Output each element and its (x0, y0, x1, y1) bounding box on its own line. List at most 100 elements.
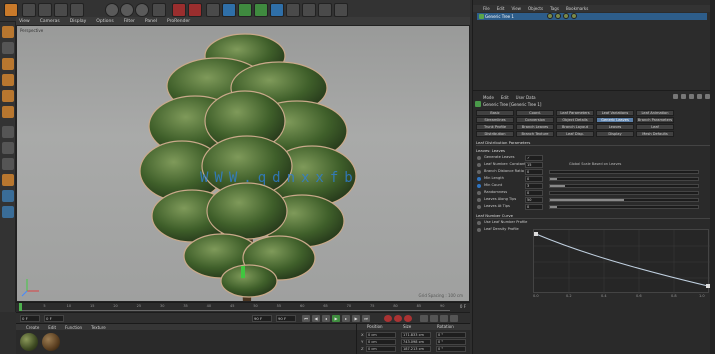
keyframe-radio[interactable] (477, 221, 481, 225)
menu-texture[interactable]: Texture (91, 325, 106, 330)
param-leaf-number[interactable]: Leaf Number: Constant 15 Global Scale Ba… (477, 162, 713, 169)
param-slider[interactable] (549, 177, 699, 181)
menu-tags[interactable]: Tags (550, 6, 559, 11)
tab-object-details[interactable]: Object Details (556, 117, 594, 123)
tab-generic-leaves[interactable]: Generic Leaves (596, 117, 634, 123)
camera-icon[interactable] (318, 3, 332, 17)
tab-basic[interactable]: Basic (476, 110, 514, 116)
tab-leaf-parameters[interactable]: Leaf Parameters (556, 110, 594, 116)
go-to-start-icon[interactable]: ⏮ (302, 315, 310, 322)
keyframe-radio[interactable] (477, 156, 481, 160)
menu-view[interactable]: View (19, 19, 30, 24)
menu-function[interactable]: Function (65, 325, 82, 330)
tab-display[interactable]: Display (596, 131, 634, 137)
tab-branch-leaves[interactable]: Branch Leaves (516, 124, 554, 130)
material-tag-icon[interactable] (563, 13, 569, 19)
tab-branch-texture[interactable]: Branch Texture (516, 131, 554, 137)
3d-viewport[interactable]: Perspective Grid Spacing: 100 cm (16, 25, 470, 302)
tab-leaves[interactable]: Leaves (596, 124, 634, 130)
menu-edit[interactable]: Edit (497, 6, 505, 11)
size-z-field[interactable]: 187.213 cm (401, 346, 431, 352)
tab-leaf-animation[interactable]: Leaf Animation (636, 110, 674, 116)
size-y-field[interactable]: 743.098 cm (401, 339, 431, 345)
menu-mode[interactable]: Mode (483, 95, 494, 100)
texture-mode-icon[interactable] (2, 58, 14, 70)
autokey-icon[interactable] (394, 315, 402, 322)
rotation-b-field[interactable]: 0 ° (436, 346, 466, 352)
rotation-key-icon[interactable] (440, 315, 448, 322)
subdivision-surface-icon[interactable] (254, 3, 268, 17)
y-axis-icon[interactable] (120, 3, 134, 17)
object-row-selected[interactable]: Generic Tree 1 (477, 13, 707, 20)
make-editable-icon[interactable] (2, 26, 14, 38)
axis-mode-icon[interactable] (2, 126, 14, 138)
next-key-icon[interactable]: ▶ (352, 315, 360, 322)
position-key-icon[interactable] (420, 315, 428, 322)
go-to-end-icon[interactable]: ⏭ (362, 315, 370, 322)
menu-options[interactable]: Options (96, 19, 113, 24)
keyframe-radio[interactable] (477, 191, 481, 195)
x-axis-icon[interactable] (105, 3, 119, 17)
cube-icon[interactable] (222, 3, 236, 17)
menu-user-data[interactable]: User Data (516, 95, 536, 100)
keyframe-radio[interactable] (477, 184, 481, 188)
polygons-mode-icon[interactable] (2, 106, 14, 118)
max-frame-field[interactable]: 90 F (276, 315, 296, 322)
model-mode-icon[interactable] (2, 42, 14, 54)
coordinate-system-icon[interactable] (152, 3, 166, 17)
param-min-count[interactable]: Min Count 3 (477, 183, 713, 190)
opt-use-leaf-number-profile[interactable]: Use Leaf Number Profile (477, 220, 597, 227)
workplane-icon[interactable] (2, 158, 14, 170)
keyframe-radio[interactable] (477, 170, 481, 174)
spline-pen-icon[interactable] (238, 3, 252, 17)
deformer-icon[interactable] (286, 3, 300, 17)
start-frame-field[interactable]: 0 F (20, 315, 40, 322)
position-y-field[interactable]: 0 cm (366, 339, 396, 345)
timeline-ruler[interactable]: 051015202530354045505560657075808590 (20, 304, 450, 311)
live-select-icon[interactable] (70, 3, 84, 17)
param-leaves-along-tips[interactable]: Leaves Along Tips 50 (477, 197, 713, 204)
param-slider[interactable] (549, 198, 699, 202)
menu-edit[interactable]: Edit (501, 95, 509, 100)
menu-filter[interactable]: Filter (124, 19, 135, 24)
keyframe-radio[interactable] (477, 228, 481, 232)
points-mode-icon[interactable] (2, 74, 14, 86)
param-slider[interactable] (549, 184, 699, 188)
menu-view[interactable]: View (511, 6, 521, 11)
size-x-field[interactable]: 171.833 cm (401, 332, 431, 338)
undo-icon[interactable] (4, 3, 18, 17)
timeline[interactable]: 051015202530354045505560657075808590 0 F (16, 302, 470, 312)
param-randomness[interactable]: Randomness 0 (477, 190, 713, 197)
tab-mesh-defaults[interactable]: Mesh Defaults (636, 131, 674, 137)
menu-display[interactable]: Display (70, 19, 87, 24)
tab-trunk-profile[interactable]: Trunk Profile (476, 124, 514, 130)
back-arrow-icon[interactable] (673, 94, 678, 99)
object-name[interactable]: Generic Tree 1 (485, 14, 514, 19)
menu-prorender[interactable]: ProRender (167, 19, 190, 24)
material-bark[interactable] (42, 333, 60, 351)
array-icon[interactable] (270, 3, 284, 17)
tab-coord[interactable]: Coord. (516, 110, 554, 116)
param-slider[interactable] (549, 205, 699, 209)
position-x-field[interactable]: 0 cm (366, 332, 396, 338)
edges-mode-icon[interactable] (2, 90, 14, 102)
menu-panel[interactable]: Panel (145, 19, 157, 24)
material-tag-icon[interactable] (571, 13, 577, 19)
tab-streamlines[interactable]: Streamlines (476, 117, 514, 123)
material-tag-icon[interactable] (547, 13, 553, 19)
render-view-icon[interactable] (172, 3, 186, 17)
time-cursor[interactable] (19, 303, 22, 311)
param-slider[interactable] (549, 191, 699, 195)
sculpt-icon[interactable] (2, 190, 14, 202)
light-icon[interactable] (334, 3, 348, 17)
floor-icon[interactable] (302, 3, 316, 17)
param-min-length[interactable]: Min Length 0 (477, 176, 713, 183)
keyframe-radio[interactable] (477, 177, 481, 181)
previous-frame-icon[interactable]: ◂ (322, 315, 330, 322)
param-branch-distance[interactable]: Branch Distance Ratio 0 (477, 169, 713, 176)
up-arrow-icon[interactable] (681, 94, 686, 99)
material-tag-icon[interactable] (555, 13, 561, 19)
tab-leaf[interactable]: Leaf (636, 124, 674, 130)
material-leaf[interactable] (20, 333, 38, 351)
tab-leaf-disp[interactable]: Leaf Disp. (556, 131, 594, 137)
